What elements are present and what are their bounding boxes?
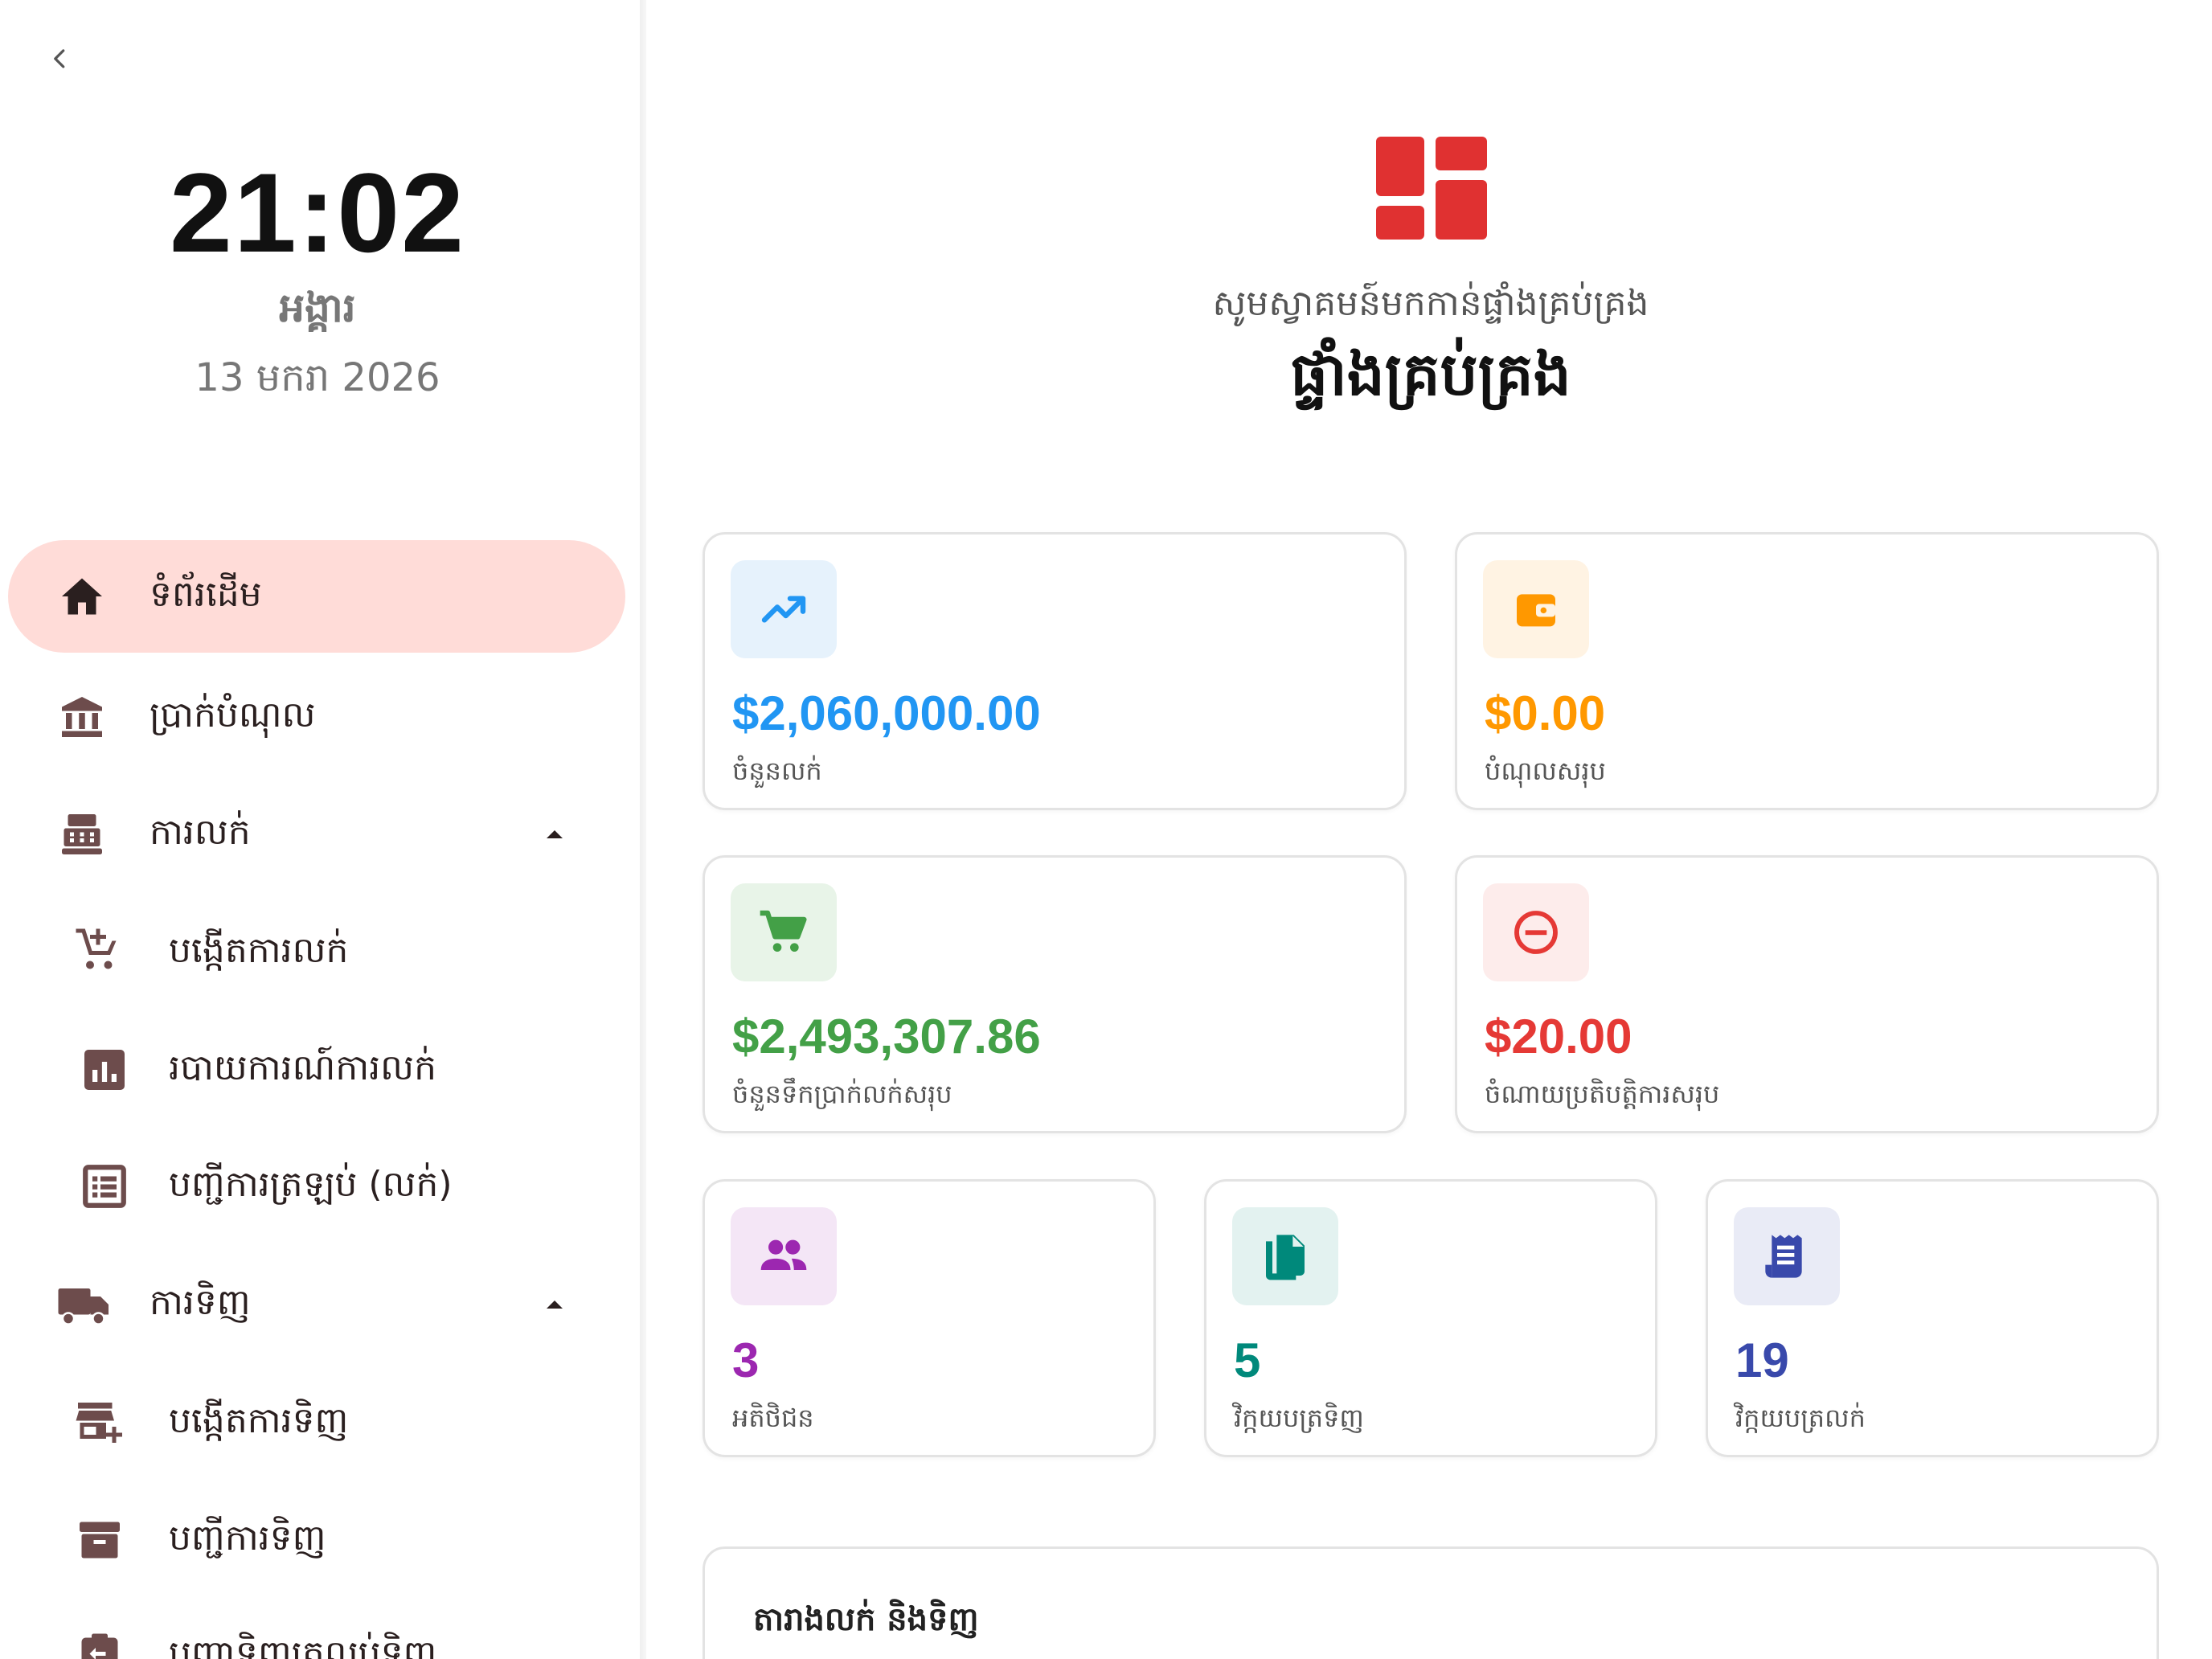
list-icon <box>83 1165 126 1208</box>
sidebar-item-home[interactable]: ទំព័រដើម <box>8 540 625 653</box>
sidebar-item-label: បង្កើតការលក់ <box>169 930 349 971</box>
stat-value: 19 <box>1735 1333 1789 1387</box>
stat-badge <box>1483 883 1589 981</box>
stat-badge <box>731 883 837 981</box>
people-icon <box>760 1239 807 1270</box>
stat-card-sales-count[interactable]: $2,060,000.00 ចំនួនលក់ <box>703 532 1407 810</box>
stat-label: បំណុលសរុប <box>1485 756 1606 786</box>
stat-card-total-expense[interactable]: $20.00 ចំណាយប្រតិបត្តិការសរុប <box>1455 855 2159 1133</box>
sidebar-item-label: ប្រាក់បំណុល <box>150 694 316 735</box>
sidebar-item-sales[interactable]: ការលក់ <box>8 778 625 891</box>
stat-value: $20.00 <box>1485 1010 1632 1063</box>
dashboard-app: 21:02 អង្គារ 13 មករា 2026 ទំព័រដើម ប្រាក… <box>0 0 2212 1659</box>
stat-card-purchase-invoices[interactable]: 5 វិក្កយបត្រទិញ <box>1204 1179 1657 1457</box>
sidebar-item-label: បញ្ជីការត្រឡប់ (លក់) <box>169 1164 453 1205</box>
stat-value: $2,060,000.00 <box>732 686 1041 740</box>
clock-time: 21:02 <box>169 150 466 276</box>
stat-card-total-sales-amount[interactable]: $2,493,307.86 ចំនួនទឹកប្រាក់លក់សរុប <box>703 855 1407 1133</box>
bank-icon <box>62 697 102 737</box>
chevron-left-icon <box>54 49 65 68</box>
sidebar-divider <box>640 0 646 1659</box>
sidebar-item-label: ការទិញ <box>150 1282 251 1323</box>
stat-label: អតិថិជន <box>732 1403 814 1433</box>
stat-value: $2,493,307.86 <box>732 1010 1041 1063</box>
add-cart-icon <box>76 928 117 969</box>
stat-badge <box>731 560 837 658</box>
stat-label: ចំនួនទឹកប្រាក់លក់សរុប <box>732 1079 952 1109</box>
minus-circle-icon <box>1514 911 1558 954</box>
stat-label: ចំណាយប្រតិបត្តិការសរុប <box>1485 1079 1720 1109</box>
stat-label: ចំនួនលក់ <box>732 756 822 786</box>
sidebar-item-create-sale[interactable]: បង្កើតការលក់ <box>8 896 625 1009</box>
sidebar-item-debt[interactable]: ប្រាក់បំណុល <box>8 661 625 773</box>
sidebar-item-label: ការលក់ <box>150 812 251 853</box>
stat-label: វិក្កយបត្រលក់ <box>1735 1403 1866 1433</box>
dashboard-logo-icon <box>1376 137 1487 240</box>
stat-card-customers[interactable]: 3 អតិថិជន <box>703 1179 1156 1457</box>
stat-card-total-debt[interactable]: $0.00 បំណុលសរុប <box>1455 532 2159 810</box>
sidebar-item-label: បញ្ជាទិញត្រលប់ទិញ <box>169 1633 437 1659</box>
home-icon <box>62 578 102 615</box>
documents-icon <box>1266 1235 1305 1280</box>
sidebar-item-label: បញ្ជីការទិញ <box>169 1518 326 1559</box>
sidebar-item-purchases[interactable]: ការទិញ <box>8 1248 625 1361</box>
add-store-icon <box>76 1403 122 1443</box>
weekday: អង្គារ <box>279 285 356 331</box>
sidebar-item-create-purchase[interactable]: បង្កើតការទិញ <box>8 1366 625 1479</box>
section-title: តារាងលក់ និងទិញ <box>753 1601 979 1638</box>
stat-label: វិក្កយបត្រទិញ <box>1234 1403 1364 1433</box>
report-chart-icon <box>84 1050 125 1090</box>
stat-badge <box>1483 560 1589 658</box>
current-date: 13 មករា 2026 <box>195 355 440 400</box>
stat-value: 5 <box>1234 1333 1261 1387</box>
sidebar: 21:02 អង្គារ 13 មករា 2026 ទំព័រដើម ប្រាក… <box>0 0 640 1659</box>
truck-icon <box>58 1288 109 1325</box>
archive-box-icon <box>80 1522 120 1559</box>
trending-up-icon <box>761 596 806 623</box>
caret-up-icon[interactable] <box>545 828 564 839</box>
return-clipboard-icon <box>81 1633 118 1659</box>
sidebar-item-label: ទំព័រដើម <box>150 574 262 615</box>
sidebar-item-label: បង្កើតការទិញ <box>169 1400 349 1441</box>
stat-card-sales-invoices[interactable]: 19 វិក្កយបត្រលក់ <box>1706 1179 2159 1457</box>
sidebar-item-purchase-returns[interactable]: បញ្ជាទិញត្រលប់ទិញ <box>8 1600 625 1659</box>
sidebar-item-label: របាយការណ៍ការលក់ <box>169 1047 437 1088</box>
sales-purchase-table-card: តារាងលក់ និងទិញ <box>703 1546 2159 1659</box>
caret-up-icon[interactable] <box>545 1298 564 1309</box>
wallet-icon <box>1517 594 1555 627</box>
back-button[interactable] <box>40 39 80 79</box>
sidebar-item-purchase-list[interactable]: បញ្ជីការទិញ <box>8 1484 625 1596</box>
stat-value: 3 <box>732 1333 760 1387</box>
stat-badge <box>1232 1207 1338 1305</box>
cash-register-icon <box>62 814 102 854</box>
welcome-text: សូមស្វាគមន៍មកកាន់ផ្ទាំងគ្រប់គ្រង <box>1212 283 1649 324</box>
stat-badge <box>1734 1207 1840 1305</box>
sidebar-item-sales-report[interactable]: របាយការណ៍ការលក់ <box>8 1014 625 1126</box>
stat-badge <box>731 1207 837 1305</box>
page-title: ផ្ទាំងគ្រប់គ្រង <box>1290 340 1571 409</box>
stat-value: $0.00 <box>1485 686 1606 740</box>
shopping-cart-icon <box>760 910 807 952</box>
sidebar-item-sales-returns[interactable]: បញ្ជីការត្រឡប់ (លក់) <box>8 1130 625 1243</box>
receipt-icon <box>1765 1235 1802 1278</box>
